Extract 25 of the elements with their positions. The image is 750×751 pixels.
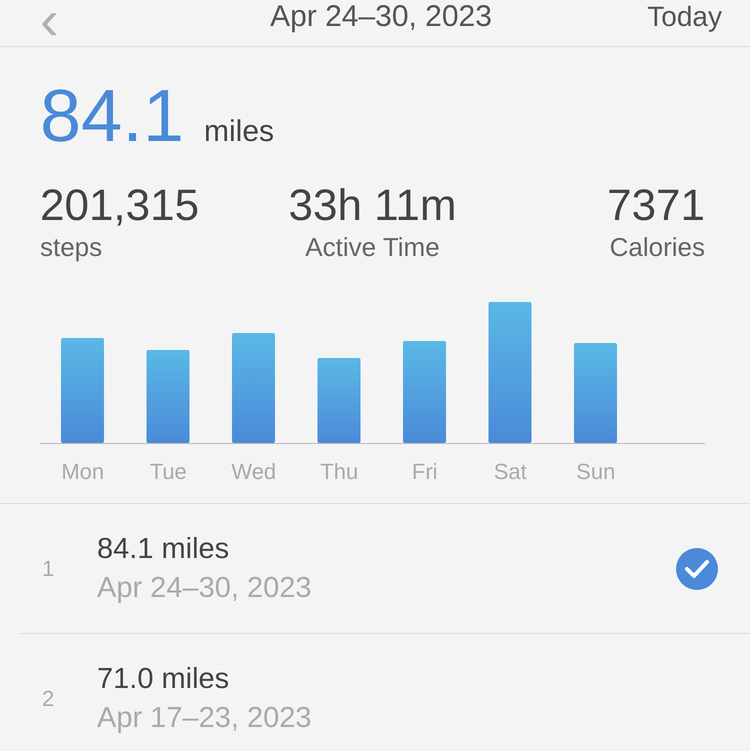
row-index: 1 bbox=[41, 556, 56, 582]
total-distance: 84.1 bbox=[40, 75, 184, 157]
week-row[interactable]: 2 71.0 miles Apr 17–23, 2023 bbox=[20, 634, 750, 751]
day-label: Thu bbox=[319, 459, 360, 485]
date-range-title: Apr 24–30, 2023 bbox=[270, 2, 492, 32]
day-label: Mon bbox=[60, 459, 106, 485]
row-index: 2 bbox=[41, 686, 56, 712]
week-row[interactable]: 1 84.1 miles Apr 24–30, 2023 bbox=[20, 504, 750, 634]
stat-label: Active Time bbox=[305, 231, 440, 263]
today-button[interactable]: Today bbox=[647, 2, 722, 32]
week-distance: 84.1 miles bbox=[97, 532, 230, 566]
day-label: Sat bbox=[492, 459, 528, 485]
week-distance: 71.0 miles bbox=[97, 662, 230, 696]
distance-unit: miles bbox=[204, 115, 274, 149]
week-range: Apr 24–30, 2023 bbox=[97, 572, 312, 604]
day-label: Wed bbox=[230, 459, 278, 485]
stat-value: 201,315 bbox=[40, 181, 200, 231]
day-label: Fri bbox=[410, 459, 439, 485]
stat-value: 33h 11m bbox=[288, 181, 456, 231]
stat-value: 7371 bbox=[607, 181, 705, 231]
stat-label: steps bbox=[40, 231, 102, 263]
day-label: Tue bbox=[148, 459, 188, 485]
week-range: Apr 17–23, 2023 bbox=[97, 702, 312, 734]
stat-label: Calories bbox=[610, 231, 705, 263]
day-label: Sun bbox=[575, 459, 616, 485]
